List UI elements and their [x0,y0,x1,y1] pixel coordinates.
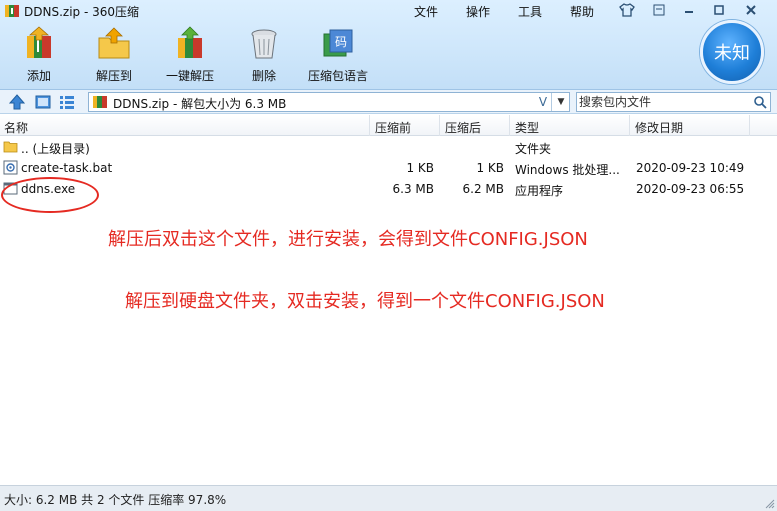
code-book-icon: 码 [323,29,353,57]
status-bar: 大小: 6.2 MB 共 2 个文件 压缩率 97.8% [0,485,777,511]
column-modified[interactable]: 修改日期 [635,119,683,136]
status-text: 大小: 6.2 MB 共 2 个文件 压缩率 97.8% [4,493,227,507]
column-after[interactable]: 压缩后 [445,119,481,136]
up-arrow-icon[interactable] [8,93,26,111]
column-before[interactable]: 压缩前 [375,119,411,136]
extract-to-button[interactable]: 解压到 [79,26,149,86]
zip-archive-icon [93,96,107,108]
skin-button[interactable] [618,2,636,18]
file-type: Windows 批处理... [515,163,620,177]
add-label: 添加 [26,69,51,83]
svg-text:码: 码 [335,35,347,49]
file-name: create-task.bat [21,161,113,175]
batch-file-icon [3,160,18,175]
minimize-button[interactable] [680,2,698,18]
folder-icon [3,141,18,153]
view-large-icon[interactable] [34,93,52,111]
column-divider[interactable] [369,115,370,136]
profile-label: 未知 [714,43,750,64]
resize-grip-icon[interactable] [765,499,775,509]
file-modified: 2020-09-23 10:49 [636,161,745,175]
column-type[interactable]: 类型 [515,119,539,136]
one-click-extract-label: 一键解压 [165,69,214,83]
list-item-parent-folder[interactable]: .. (上级目录) 文件夹 [0,137,777,158]
annotation-circle [1,177,99,213]
delete-label: 删除 [251,69,276,83]
menu-operation[interactable]: 操作 [466,3,490,20]
address-bar[interactable]: DDNS.zip - 解包大小为 6.3 MB V ▼ [88,92,570,112]
close-icon [746,5,756,15]
archive-password-label: 压缩包语言 [307,69,368,83]
maximize-icon [714,5,724,15]
title-bar: DDNS.zip - 360压缩 文件 操作 工具 帮助 [0,0,777,22]
search-icon[interactable] [753,95,767,109]
address-path: DDNS.zip - 解包大小为 6.3 MB [113,97,287,111]
list-item-ddns-exe[interactable]: ddns.exe 6.3 MB 6.2 MB 应用程序 2020-09-23 0… [0,179,777,200]
extract-folder-icon [98,27,130,59]
menu-dropdown-button[interactable] [650,2,668,18]
profile-avatar[interactable]: 未知 [700,20,764,84]
one-click-extract-icon [178,26,202,58]
file-type: 文件夹 [515,142,552,156]
tshirt-icon [619,3,635,17]
chevron-down-icon[interactable]: ▼ [551,93,570,111]
file-type: 应用程序 [515,184,564,198]
menu-file[interactable]: 文件 [414,3,438,20]
trash-icon [251,29,277,59]
annotation-note-2: 解压到硬盘文件夹，双击安装，得到一个文件CONFIG.JSON [125,291,605,312]
file-modified: 2020-09-23 06:55 [636,182,745,196]
column-divider[interactable] [629,115,630,136]
extract-to-label: 解压到 [95,69,132,83]
annotation-note-1: 解压后双击这个文件，进行安装，会得到文件CONFIG.JSON [108,229,588,250]
file-size-before: 6.3 MB [392,182,434,196]
menu-help[interactable]: 帮助 [570,3,594,20]
column-divider[interactable] [749,115,750,136]
address-check-icon[interactable]: V [535,93,551,111]
top-band: DDNS.zip - 360压缩 文件 操作 工具 帮助 添加 解压到 一键解压… [0,0,777,90]
close-button[interactable] [742,2,760,18]
archive-password-button[interactable]: 码 压缩包语言 [303,26,373,86]
minimize-icon [685,11,693,13]
menu-tools[interactable]: 工具 [518,3,542,20]
window-title: DDNS.zip - 360压缩 [24,5,140,19]
maximize-button[interactable] [710,2,728,18]
delete-button[interactable]: 删除 [229,26,299,86]
file-size-before: 1 KB [406,161,434,175]
search-box [576,92,771,112]
file-size-after: 1 KB [476,161,504,175]
menu-lines-icon [653,4,665,16]
file-name: .. (上级目录) [21,142,90,156]
add-archive-icon [27,26,51,58]
search-input[interactable] [579,94,749,110]
column-divider[interactable] [509,115,510,136]
file-list-header: 名称 压缩前 压缩后 类型 修改日期 [0,115,777,136]
app-logo-icon [5,5,19,17]
address-row: DDNS.zip - 解包大小为 6.3 MB V ▼ [0,90,777,114]
list-item-create-task[interactable]: create-task.bat 1 KB 1 KB Windows 批处理...… [0,158,777,179]
file-size-after: 6.2 MB [462,182,504,196]
view-list-icon[interactable] [58,93,76,111]
add-button[interactable]: 添加 [4,26,74,86]
column-name[interactable]: 名称 [4,119,28,136]
one-click-extract-button[interactable]: 一键解压 [155,26,225,86]
column-divider[interactable] [439,115,440,136]
